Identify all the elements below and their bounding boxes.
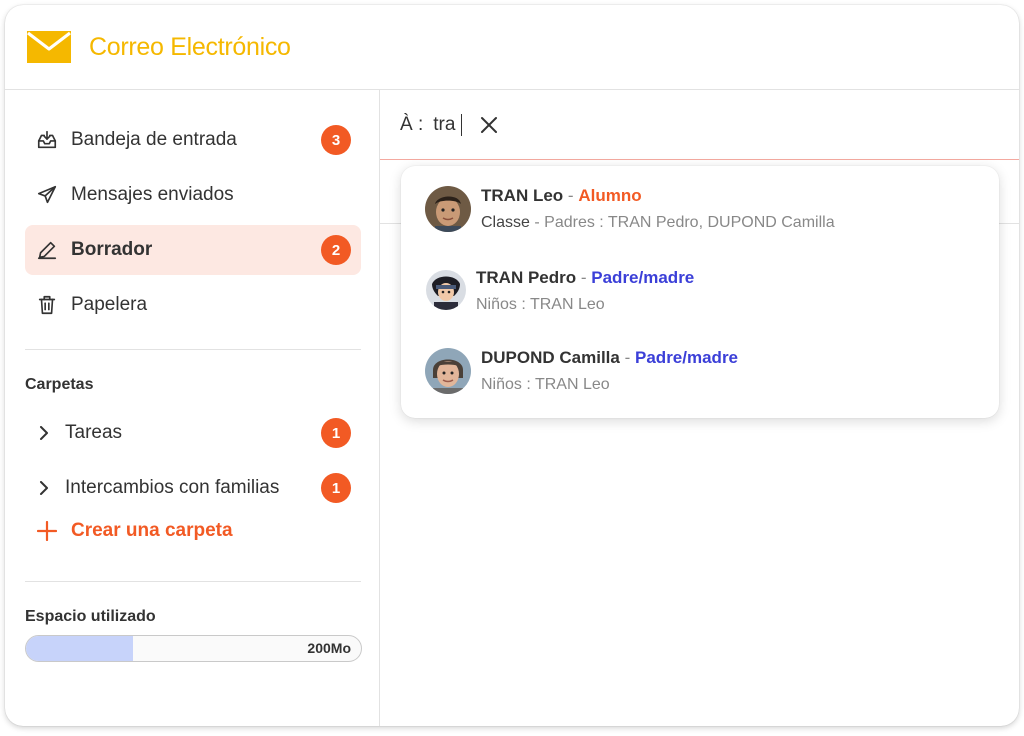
compose-area: À : tra TRAN Leo - Alumno Classe - Padre… [380, 90, 1019, 726]
nav-item-sent[interactable]: Mensajes enviados [25, 170, 361, 220]
contact-detail: Padres : TRAN Pedro, DUPOND Camilla [544, 214, 835, 231]
folder-item-tareas[interactable]: Tareas 1 [25, 413, 361, 453]
storage-usage-label: 200Mo [307, 640, 351, 656]
folder-badge: 1 [321, 473, 351, 503]
recipient-suggestions-dropdown: TRAN Leo - Alumno Classe - Padres : TRAN… [401, 166, 999, 418]
draft-count-badge: 2 [321, 235, 351, 265]
folders-title: Carpetas [25, 376, 94, 393]
contact-name: TRAN Pedro [476, 268, 577, 287]
nav-label: Bandeja de entrada [71, 129, 237, 150]
app-header: Correo Electrónico [5, 5, 1019, 90]
contact-detail: Niños : TRAN Leo [481, 376, 610, 393]
unread-badge: 3 [321, 125, 351, 155]
sidebar-divider [25, 581, 361, 582]
clear-recipient-button[interactable] [480, 115, 500, 135]
contact-name: TRAN Leo [481, 186, 564, 205]
nav-item-trash[interactable]: Papelera [25, 280, 361, 330]
suggestion-title: TRAN Leo - Alumno [481, 186, 642, 206]
inbox-icon [35, 128, 59, 152]
contact-name: DUPOND Camilla [481, 348, 620, 367]
separator: - [567, 186, 574, 205]
sidebar-divider [25, 349, 361, 350]
separator: - [534, 214, 540, 231]
chevron-right-icon[interactable] [37, 480, 53, 496]
trash-icon [35, 293, 59, 317]
avatar [426, 270, 466, 310]
separator: - [580, 268, 587, 287]
envelope-icon [27, 31, 71, 63]
folder-item-intercambios[interactable]: Intercambios con familias 1 [25, 468, 361, 508]
create-folder-button[interactable]: Crear una carpeta [37, 520, 233, 542]
suggestion-item[interactable]: DUPOND Camilla - Padre/madre Niños : TRA… [401, 334, 999, 404]
contact-role: Padre/madre [635, 348, 739, 367]
suggestion-title: DUPOND Camilla - Padre/madre [481, 348, 738, 368]
nav-item-inbox[interactable]: Bandeja de entrada 3 [25, 115, 361, 165]
send-icon [35, 183, 59, 207]
plus-icon [37, 521, 57, 541]
storage-usage-fill [26, 636, 134, 661]
contact-role: Padre/madre [591, 268, 695, 287]
contact-detail: Niños : TRAN Leo [476, 296, 605, 313]
close-icon [481, 116, 498, 133]
sidebar: Bandeja de entrada 3 Mensajes enviados B… [5, 90, 380, 726]
nav-label: Mensajes enviados [71, 184, 234, 205]
detail-prefix: Classe [481, 214, 530, 231]
text-caret [461, 113, 463, 136]
suggestion-title: TRAN Pedro - Padre/madre [476, 268, 694, 288]
folder-badge: 1 [321, 418, 351, 448]
suggestion-item[interactable]: TRAN Leo - Alumno Classe - Padres : TRAN… [401, 172, 999, 242]
suggestion-detail: Niños : TRAN Leo [476, 296, 605, 314]
suggestion-item[interactable]: TRAN Pedro - Padre/madre Niños : TRAN Le… [401, 254, 999, 324]
nav-item-drafts[interactable]: Borrador 2 [25, 225, 361, 275]
folder-label: Tareas [65, 422, 123, 443]
separator: - [624, 348, 631, 367]
recipient-label: À : [400, 113, 424, 135]
suggestion-detail: Classe - Padres : TRAN Pedro, DUPOND Cam… [481, 214, 835, 232]
recipient-row: À : [380, 90, 1019, 160]
storage-title: Espacio utilizado [25, 608, 156, 625]
avatar [425, 186, 471, 232]
storage-usage-bar: 200Mo [25, 635, 362, 662]
app-title: Correo Electrónico [89, 32, 291, 61]
chevron-right-icon[interactable] [37, 425, 53, 441]
nav-label: Papelera [71, 294, 148, 315]
suggestion-detail: Niños : TRAN Leo [481, 376, 610, 394]
pencil-icon [35, 238, 59, 262]
app-window: Correo Electrónico Bandeja de entrada 3 … [5, 5, 1019, 726]
contact-role: Alumno [578, 186, 642, 205]
recipient-input[interactable] [433, 113, 464, 136]
folder-label: Intercambios con familias [65, 477, 280, 498]
avatar [425, 348, 471, 394]
create-folder-label: Crear una carpeta [71, 520, 233, 541]
nav-label: Borrador [71, 239, 153, 260]
